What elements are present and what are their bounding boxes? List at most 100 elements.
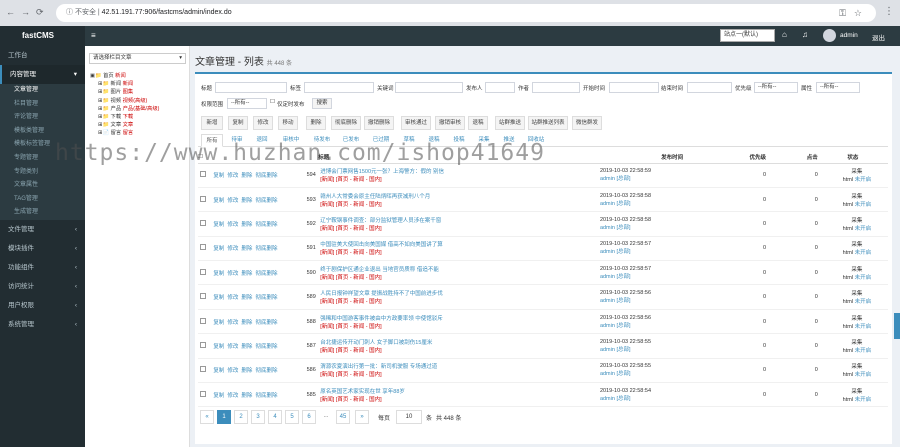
row-status-toggle[interactable]: 未开启 [855, 299, 872, 305]
row-purge-link[interactable]: 彻底删除 [255, 222, 277, 228]
page-6[interactable]: 6 [302, 410, 316, 424]
app-logo[interactable]: fastCMS [0, 26, 85, 46]
sidebar-sub-article[interactable]: 文章管理 [0, 84, 85, 98]
logout-link[interactable]: 退出 [872, 32, 885, 42]
end-time-input[interactable] [687, 82, 732, 93]
row-delete-link[interactable]: 删除 [241, 344, 252, 350]
tree-node[interactable]: ⊞📁 新闻 新闻 [90, 80, 159, 88]
row-pub[interactable]: [总部] [616, 201, 630, 207]
sidebar-item-dashboard[interactable]: 工作台 [0, 46, 85, 65]
row-title-link[interactable]: 原名英国艺术家实现在世 享年88岁 [320, 389, 405, 395]
row-category-link[interactable]: [新闻] [首页 - 新闻 - 国内] [320, 397, 381, 403]
row-purge-link[interactable]: 彻底删除 [255, 393, 277, 399]
row-status-toggle[interactable]: 未开启 [855, 397, 872, 403]
tree-node[interactable]: ⊞📁 视频 视频(高级) [90, 97, 159, 105]
header-date[interactable]: 发布时间 [597, 151, 692, 164]
page-3[interactable]: 3 [251, 410, 265, 424]
publisher-input[interactable] [485, 82, 515, 93]
row-author[interactable]: admin [600, 323, 615, 329]
row-author[interactable]: admin [600, 396, 615, 402]
row-purge-link[interactable]: 彻底删除 [255, 295, 277, 301]
menu-icon[interactable]: ⋮ [884, 6, 894, 17]
home-icon[interactable]: ⌂ [782, 30, 787, 39]
row-edit-link[interactable]: 修改 [227, 271, 238, 277]
row-author[interactable]: admin [600, 201, 615, 207]
row-checkbox[interactable] [198, 358, 212, 384]
row-checkbox[interactable] [198, 284, 212, 310]
row-checkbox[interactable] [198, 211, 212, 237]
purge-button[interactable]: 彻底删除 [331, 116, 361, 130]
sidebar-sub-column[interactable]: 栏目管理 [0, 98, 85, 112]
edit-button[interactable]: 修改 [253, 116, 273, 130]
row-pub[interactable]: [总部] [616, 225, 630, 231]
sidebar-item-system[interactable]: 系统管理 ‹ [0, 315, 85, 334]
move-button[interactable]: 移动 [278, 116, 298, 130]
row-checkbox[interactable] [198, 382, 212, 408]
sidebar-sub-generate[interactable]: 生成管理 [0, 206, 85, 220]
tree-node[interactable]: ▣📁 首页 新闻 [90, 72, 159, 80]
row-category-link[interactable]: [新闻] [首页 - 新闻 - 国内] [320, 299, 381, 305]
start-time-input[interactable] [609, 82, 659, 93]
row-edit-link[interactable]: 修改 [227, 222, 238, 228]
row-purge-link[interactable]: 彻底删除 [255, 320, 277, 326]
header-priority[interactable]: 优先级 [691, 151, 775, 164]
site-push-list-button[interactable]: 站群推送列表 [528, 116, 568, 130]
row-status-toggle[interactable]: 未开启 [855, 348, 872, 354]
row-delete-link[interactable]: 删除 [241, 222, 252, 228]
row-purge-link[interactable]: 彻底删除 [255, 271, 277, 277]
row-copy-link[interactable]: 复制 [213, 368, 224, 374]
avatar[interactable] [823, 29, 836, 42]
sidebar-toggle-icon[interactable]: ≡ [91, 31, 96, 40]
row-category-link[interactable]: [新闻] [首页 - 新闻 - 国内] [320, 348, 381, 354]
tree-node[interactable]: ⊞📁 产品 产品(基础/高级) [90, 105, 159, 113]
row-edit-link[interactable]: 修改 [227, 320, 238, 326]
feedback-tab[interactable] [894, 313, 900, 339]
approve-button[interactable]: 审核通过 [401, 116, 431, 130]
nav-buttons[interactable]: ←→⟳ [6, 7, 50, 18]
author-input[interactable] [532, 82, 580, 93]
row-checkbox[interactable] [198, 333, 212, 359]
row-edit-link[interactable]: 修改 [227, 173, 238, 179]
page-4[interactable]: 4 [268, 410, 282, 424]
row-copy-link[interactable]: 复制 [213, 320, 224, 326]
row-delete-link[interactable]: 删除 [241, 271, 252, 277]
row-delete-link[interactable]: 删除 [241, 173, 252, 179]
next-page-button[interactable]: » [355, 410, 369, 424]
row-status-toggle[interactable]: 未开启 [855, 372, 872, 378]
prev-page-button[interactable]: « [200, 410, 214, 424]
row-title-link[interactable]: 赣州人大常委会原主任陆炳晖再获减刑八个月 [320, 194, 430, 200]
row-checkbox[interactable] [198, 187, 212, 213]
row-purge-link[interactable]: 彻底删除 [255, 368, 277, 374]
row-author[interactable]: admin [600, 176, 615, 182]
category-select[interactable]: 请选择栏目文章 [89, 53, 186, 64]
row-delete-link[interactable]: 删除 [241, 393, 252, 399]
timed-checkbox[interactable]: ☐ [270, 99, 275, 105]
row-status-toggle[interactable]: 未开启 [855, 226, 872, 232]
row-author[interactable]: admin [600, 274, 615, 280]
row-checkbox[interactable] [198, 236, 212, 262]
row-author[interactable]: admin [600, 298, 615, 304]
row-copy-link[interactable]: 复制 [213, 393, 224, 399]
row-edit-link[interactable]: 修改 [227, 295, 238, 301]
row-pub[interactable]: [总部] [616, 249, 630, 255]
row-category-link[interactable]: [新闻] [首页 - 新闻 - 国内] [320, 177, 381, 183]
scope-select[interactable]: --所有-- [227, 98, 267, 109]
add-button[interactable]: 新增 [201, 116, 223, 130]
row-delete-link[interactable]: 删除 [241, 198, 252, 204]
row-author[interactable]: admin [600, 249, 615, 255]
row-purge-link[interactable]: 彻底删除 [255, 246, 277, 252]
username[interactable]: admin [840, 32, 858, 39]
row-status-toggle[interactable]: 未开启 [855, 177, 872, 183]
row-delete-link[interactable]: 删除 [241, 246, 252, 252]
page-2[interactable]: 2 [234, 410, 248, 424]
search-button[interactable]: 搜索 [312, 98, 332, 109]
keyword-input[interactable] [395, 82, 463, 93]
page-last[interactable]: 45 [336, 410, 350, 424]
tag-input[interactable] [304, 82, 374, 93]
row-pub[interactable]: [总部] [616, 176, 630, 182]
row-edit-link[interactable]: 修改 [227, 344, 238, 350]
sidebar-sub-comment[interactable]: 评论管理 [0, 111, 85, 125]
tree-node[interactable]: ⊞📁 下载 下载 [90, 113, 159, 121]
attr-select[interactable]: --所有-- [816, 82, 860, 93]
header-status[interactable]: 状态 [825, 151, 888, 164]
